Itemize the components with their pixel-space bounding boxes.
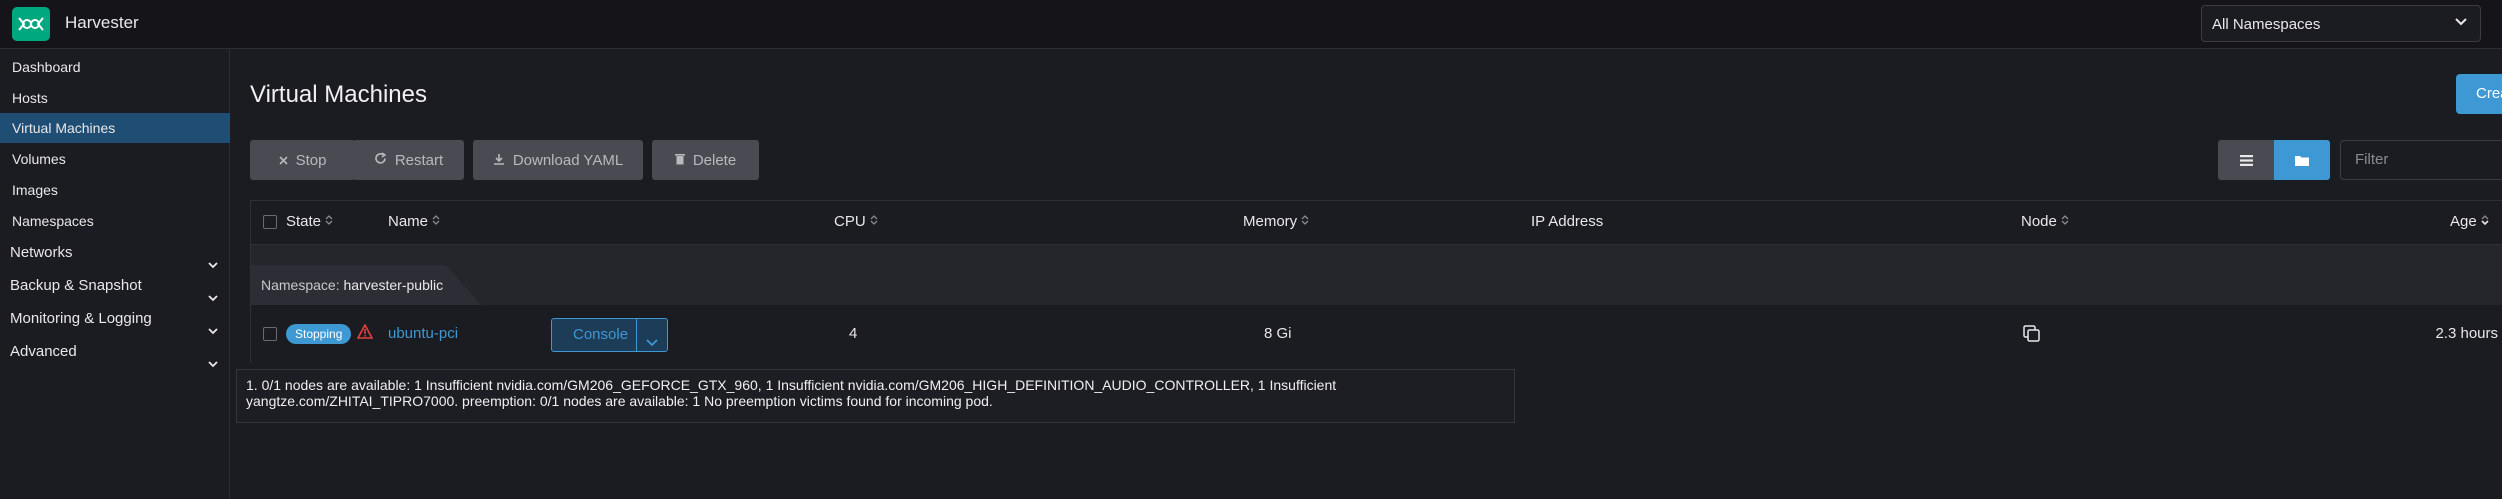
sidebar-group-label: Networks [10, 244, 73, 261]
sidebar-group-networks[interactable]: Networks [0, 237, 230, 269]
column-label: Memory [1243, 213, 1298, 230]
sort-icon [870, 213, 878, 230]
namespace-select[interactable]: All Namespaces [2201, 5, 2481, 42]
chevron-down-icon [208, 348, 218, 380]
sort-icon [432, 213, 440, 230]
sidebar-item-dashboard[interactable]: Dashboard [0, 52, 230, 82]
sort-icon [325, 213, 333, 230]
console-button-label: Console [573, 326, 629, 343]
age-value: 2.3 hours [2435, 325, 2498, 342]
view-toggle [2218, 140, 2330, 180]
download-yaml-button[interactable]: Download YAML [473, 140, 643, 180]
column-header-memory[interactable]: Memory [1243, 213, 1309, 230]
sort-down-icon [2481, 213, 2489, 230]
delete-button-label: Delete [692, 151, 737, 169]
status-badge: Stopping [286, 324, 352, 344]
table-header: State Name CPU Memory IP Address Node Ag… [251, 201, 2502, 245]
sidebar-group-backup-snapshot[interactable]: Backup & Snapshot [0, 270, 230, 302]
top-bar: Harvester All Namespaces [0, 0, 2502, 49]
column-label: CPU [834, 213, 866, 230]
filter-input[interactable]: Filter [2340, 140, 2502, 180]
sidebar-group-label: Advanced [10, 343, 77, 360]
row-checkbox[interactable] [263, 327, 277, 341]
sidebar-item-namespaces[interactable]: Namespaces [0, 206, 230, 236]
restart-button[interactable]: Restart [353, 140, 464, 180]
restart-button-label: Restart [394, 151, 444, 169]
list-view-icon[interactable] [2218, 140, 2274, 180]
sidebar-group-label: Backup & Snapshot [10, 277, 142, 294]
sidebar-group-monitoring-logging[interactable]: Monitoring & Logging [0, 303, 230, 335]
harvester-logo-icon[interactable] [12, 7, 50, 41]
warning-icon[interactable] [356, 323, 374, 343]
vm-table: State Name CPU Memory IP Address Node Ag… [250, 200, 2502, 363]
tooltip-line: 1. 0/1 nodes are available: 1 Insufficie… [246, 377, 1337, 393]
close-icon [278, 152, 288, 169]
namespace-group-name: harvester-public [343, 277, 444, 293]
column-header-state[interactable]: State [286, 213, 333, 230]
column-header-ip-address: IP Address [1531, 213, 1603, 230]
error-tooltip: 1. 0/1 nodes are available: 1 Insufficie… [236, 369, 1515, 423]
main-content: Virtual Machines Create Stop Restart Dow… [231, 49, 2502, 499]
sort-icon [1301, 213, 1309, 230]
memory-value: 8 Gi [1264, 325, 1292, 342]
namespace-group-prefix: Namespace: [261, 277, 340, 293]
download-yaml-button-label: Download YAML [512, 151, 624, 169]
console-button[interactable]: Console [551, 318, 668, 352]
sort-icon [2061, 213, 2069, 230]
column-header-cpu[interactable]: CPU [834, 213, 878, 230]
sidebar-item-hosts[interactable]: Hosts [0, 83, 230, 113]
cpu-value: 4 [849, 325, 858, 342]
tooltip-line: yangtze.com/ZHITAI_TIPRO7000. preemption… [246, 393, 993, 409]
trash-icon [674, 152, 685, 169]
column-header-node[interactable]: Node [2021, 213, 2069, 230]
delete-button[interactable]: Delete [652, 140, 759, 180]
namespace-select-value: All Namespaces [2212, 16, 2321, 33]
refresh-icon [374, 151, 387, 169]
page-title: Virtual Machines [250, 81, 427, 108]
sidebar-group-label: Monitoring & Logging [10, 310, 152, 327]
sidebar-item-virtual-machines[interactable]: Virtual Machines [0, 113, 230, 143]
stop-button-label: Stop [295, 151, 327, 169]
column-label: Name [388, 213, 429, 230]
sidebar-item-volumes[interactable]: Volumes [0, 144, 230, 174]
column-header-age[interactable]: Age [2450, 213, 2489, 230]
column-label: Node [2021, 213, 2057, 230]
column-label: IP Address [1531, 213, 1604, 230]
chevron-down-icon [2454, 15, 2468, 34]
column-label: Age [2450, 213, 2477, 230]
namespace-group-tab: Namespace: harvester-public [251, 265, 481, 305]
stop-button[interactable]: Stop [250, 140, 355, 180]
sidebar: Dashboard Hosts Virtual Machines Volumes… [0, 49, 230, 499]
sidebar-item-images[interactable]: Images [0, 175, 230, 205]
select-all-checkbox[interactable] [263, 215, 277, 229]
folder-view-icon[interactable] [2274, 140, 2330, 180]
chevron-down-icon[interactable] [645, 329, 659, 361]
column-label: State [286, 213, 322, 230]
column-header-name[interactable]: Name [388, 213, 440, 230]
vm-name-link[interactable]: ubuntu-pci [388, 325, 458, 342]
console-button-divider [636, 319, 637, 351]
sidebar-group-advanced[interactable]: Advanced [0, 336, 230, 368]
download-icon [493, 152, 505, 169]
namespace-group-row: Namespace: harvester-public [251, 245, 2502, 305]
app-title: Harvester [65, 13, 139, 32]
create-button[interactable]: Create [2456, 74, 2502, 114]
table-row[interactable]: Stopping ubuntu-pci Console 4 8 Gi 2.3 h… [251, 305, 2502, 363]
node-copy-icon[interactable] [2023, 325, 2040, 346]
